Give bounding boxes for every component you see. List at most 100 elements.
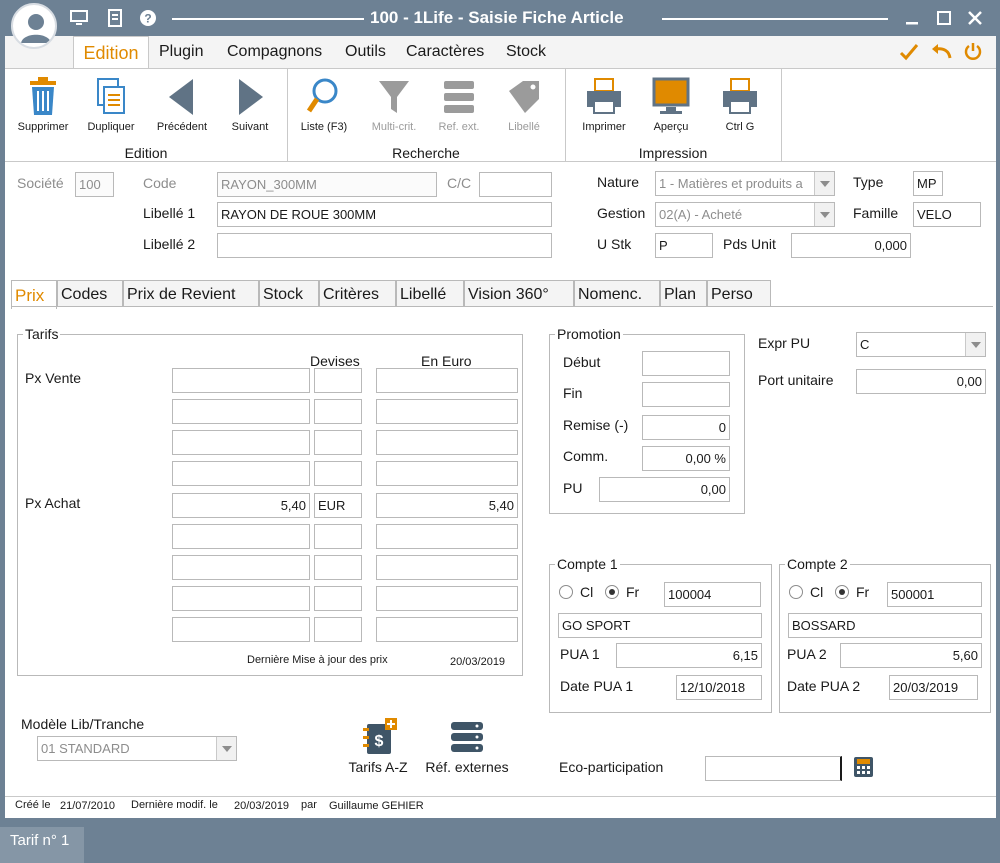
list-button[interactable]: Liste (F3) — [289, 77, 359, 133]
menu-compagnons[interactable]: Compagnons — [227, 43, 322, 61]
maximize-icon[interactable] — [934, 8, 954, 28]
tab-codes[interactable]: Codes — [57, 280, 123, 307]
compte1-cl-radio[interactable] — [559, 585, 573, 599]
date-pua1-field[interactable]: 12/10/2018 — [676, 675, 762, 700]
price-grid-euro-cell[interactable] — [376, 399, 518, 424]
debut-field[interactable] — [642, 351, 730, 376]
achat-prix-field[interactable]: 5,40 — [172, 493, 310, 518]
tab-plan[interactable]: Plan — [660, 280, 707, 307]
pdsunit-field[interactable]: 0,000 — [791, 233, 911, 258]
multi-criteria-button[interactable]: Multi-crit. — [359, 77, 429, 133]
price-grid-euro-cell[interactable] — [376, 617, 518, 642]
print-button[interactable]: Imprimer — [569, 77, 639, 133]
compte2-code-field[interactable]: 500001 — [887, 582, 982, 607]
preview-button[interactable]: Aperçu — [636, 77, 706, 133]
price-grid-prix-cell[interactable] — [172, 399, 310, 424]
compte2-cl-radio[interactable] — [789, 585, 803, 599]
power-icon[interactable] — [963, 41, 983, 61]
remise-field[interactable]: 0 — [642, 415, 730, 440]
compte1-fr-radio[interactable] — [605, 585, 619, 599]
price-grid-euro-cell[interactable] — [376, 368, 518, 393]
fin-field[interactable] — [642, 382, 730, 407]
price-grid-devise-cell[interactable] — [314, 586, 362, 611]
price-grid-euro-cell[interactable] — [376, 430, 518, 455]
price-grid-euro-cell[interactable] — [376, 524, 518, 549]
price-grid-devise-cell[interactable] — [314, 399, 362, 424]
help-icon[interactable]: ? — [139, 9, 157, 27]
price-grid-prix-cell[interactable] — [172, 430, 310, 455]
price-grid-euro-cell[interactable] — [376, 461, 518, 486]
price-grid-devise-cell[interactable] — [314, 368, 362, 393]
expr-pu-dropdown[interactable]: C — [856, 332, 986, 357]
price-grid-prix-cell[interactable] — [172, 555, 310, 580]
external-ref-button[interactable]: Ref. ext. — [424, 77, 494, 133]
menu-stock[interactable]: Stock — [506, 43, 546, 61]
tab-stock[interactable]: Stock — [259, 280, 319, 307]
tab-nomenc[interactable]: Nomenc. — [574, 280, 660, 307]
price-grid-prix-cell[interactable] — [172, 586, 310, 611]
menu-outils[interactable]: Outils — [345, 43, 386, 61]
price-grid-devise-cell[interactable] — [314, 524, 362, 549]
tab-prix-de-revient[interactable]: Prix de Revient — [123, 280, 259, 307]
menu-caracteres[interactable]: Caractères — [406, 43, 484, 61]
chevron-down-icon[interactable] — [814, 172, 834, 195]
validate-check-icon[interactable] — [899, 42, 919, 62]
minimize-icon[interactable] — [902, 8, 922, 28]
status-tab[interactable]: Tarif n° 1 — [0, 827, 84, 863]
ctrl-g-button[interactable]: Ctrl G — [705, 77, 775, 133]
libelle2-field[interactable] — [217, 233, 552, 258]
modele-dropdown[interactable]: 01 STANDARD — [37, 736, 237, 761]
compte1-code-field[interactable]: 100004 — [664, 582, 761, 607]
tab-criteres[interactable]: Critères — [319, 280, 396, 307]
ustk-field[interactable]: P — [655, 233, 713, 258]
port-unitaire-field[interactable]: 0,00 — [856, 369, 986, 394]
chevron-down-icon[interactable] — [216, 737, 236, 760]
gestion-dropdown[interactable]: 02(A) - Acheté — [655, 202, 835, 227]
document-icon[interactable] — [106, 9, 124, 27]
user-avatar-icon[interactable] — [11, 3, 57, 49]
achat-euro-field[interactable]: 5,40 — [376, 493, 518, 518]
price-grid-devise-cell[interactable] — [314, 430, 362, 455]
comm-field[interactable]: 0,00 % — [642, 446, 730, 471]
achat-devise-field[interactable]: EUR — [314, 493, 362, 518]
price-grid-prix-cell[interactable] — [172, 524, 310, 549]
compte1-name-field[interactable]: GO SPORT — [558, 613, 762, 638]
previous-button[interactable]: Précédent — [147, 77, 217, 133]
libelle1-field[interactable]: RAYON DE ROUE 300MM — [217, 202, 552, 227]
pua1-field[interactable]: 6,15 — [616, 643, 762, 668]
price-grid-devise-cell[interactable] — [314, 461, 362, 486]
tab-vision-360[interactable]: Vision 360° — [464, 280, 574, 307]
type-field[interactable]: MP — [913, 171, 943, 196]
price-grid-prix-cell[interactable] — [172, 368, 310, 393]
tarifs-az-button[interactable]: $ Tarifs A-Z — [341, 718, 415, 775]
price-grid-devise-cell[interactable] — [314, 555, 362, 580]
monitor-icon[interactable] — [70, 9, 88, 27]
famille-field[interactable]: VELO — [913, 202, 981, 227]
tab-prix[interactable]: Prix — [11, 280, 57, 309]
close-icon[interactable] — [965, 8, 985, 28]
price-grid-euro-cell[interactable] — [376, 586, 518, 611]
calculator-icon[interactable] — [853, 756, 874, 778]
chevron-down-icon[interactable] — [814, 203, 834, 226]
price-grid-prix-cell[interactable] — [172, 461, 310, 486]
price-grid-devise-cell[interactable] — [314, 617, 362, 642]
nature-dropdown[interactable]: 1 - Matières et produits a — [655, 171, 835, 196]
eco-participation-field[interactable] — [705, 756, 842, 781]
cc-field[interactable] — [479, 172, 552, 197]
menu-edition[interactable]: Edition — [73, 36, 149, 69]
chevron-down-icon[interactable] — [965, 333, 985, 356]
compte2-fr-radio[interactable] — [835, 585, 849, 599]
duplicate-button[interactable]: Dupliquer — [76, 77, 146, 133]
price-grid-prix-cell[interactable] — [172, 617, 310, 642]
pu-field[interactable]: 0,00 — [599, 477, 730, 502]
price-grid-euro-cell[interactable] — [376, 555, 518, 580]
compte2-name-field[interactable]: BOSSARD — [788, 613, 982, 638]
tab-perso[interactable]: Perso — [707, 280, 771, 307]
label-search-button[interactable]: Libellé — [489, 77, 559, 133]
code-field[interactable]: RAYON_300MM — [217, 172, 437, 197]
undo-arrow-icon[interactable] — [930, 42, 952, 60]
menu-plugin[interactable]: Plugin — [159, 43, 203, 61]
date-pua2-field[interactable]: 20/03/2019 — [889, 675, 978, 700]
societe-field[interactable]: 100 — [75, 172, 114, 197]
next-button[interactable]: Suivant — [215, 77, 285, 133]
